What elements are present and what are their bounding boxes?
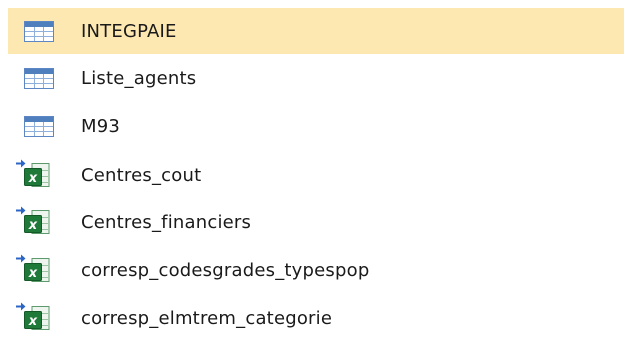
nav-item-m93[interactable]: M93: [8, 103, 624, 149]
linked-excel-table-icon: x: [8, 199, 50, 245]
excel-icon: x: [24, 258, 50, 282]
svg-text:x: x: [28, 218, 38, 233]
nav-item-liste-agents[interactable]: Liste_agents: [8, 55, 624, 101]
navigation-pane-list: INTEGPAIE Liste_agents M93 x Centres_cou…: [0, 0, 633, 331]
nav-item-centres-cout[interactable]: x Centres_cout: [8, 152, 624, 198]
svg-text:x: x: [28, 171, 38, 186]
table-icon: [8, 103, 54, 149]
nav-item-label: corresp_codesgrades_typespop: [81, 259, 370, 281]
nav-item-label: Liste_agents: [81, 67, 197, 89]
nav-item-integpaie[interactable]: INTEGPAIE: [8, 8, 624, 54]
table-icon: [8, 8, 54, 54]
nav-item-label: corresp_elmtrem_categorie: [81, 307, 333, 329]
nav-item-label: Centres_cout: [81, 164, 202, 186]
nav-item-label: INTEGPAIE: [81, 20, 177, 42]
excel-icon: x: [24, 163, 50, 187]
table-icon: [8, 55, 54, 101]
nav-item-label: Centres_financiers: [81, 211, 252, 233]
nav-item-corresp-elmtrem-categorie[interactable]: x corresp_elmtrem_categorie: [8, 295, 624, 341]
excel-icon: x: [24, 210, 50, 234]
nav-item-centres-financiers[interactable]: x Centres_financiers: [8, 199, 624, 245]
linked-excel-table-icon: x: [8, 295, 50, 341]
svg-text:x: x: [28, 314, 38, 329]
nav-item-label: M93: [81, 115, 121, 137]
nav-item-corresp-codesgrades-typespop[interactable]: x corresp_codesgrades_typespop: [8, 247, 624, 293]
linked-excel-table-icon: x: [8, 152, 50, 198]
linked-excel-table-icon: x: [8, 247, 50, 293]
svg-text:x: x: [28, 266, 38, 281]
excel-icon: x: [24, 306, 50, 330]
